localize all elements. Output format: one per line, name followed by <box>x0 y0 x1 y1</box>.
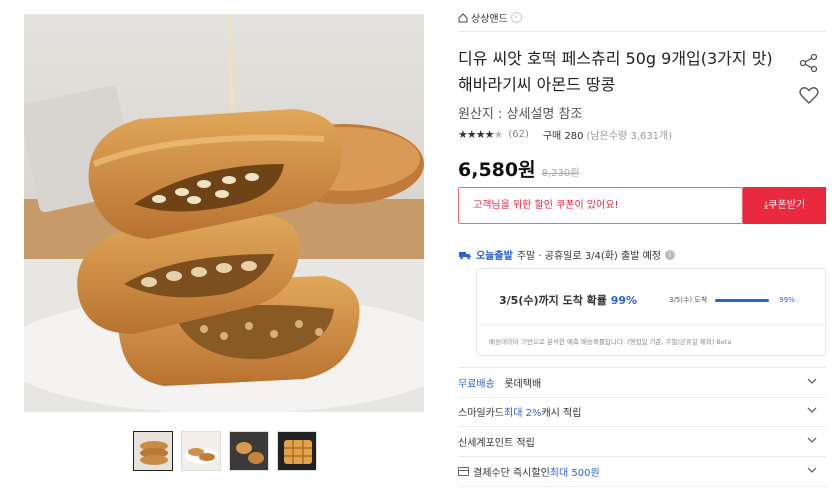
share-icon[interactable] <box>798 52 820 74</box>
mini-chart-pct: 99% <box>779 296 795 304</box>
sale-price: 6,580원 <box>458 159 536 181</box>
purchase-count: 구매 280 <box>542 131 584 142</box>
chevron-down-icon <box>807 407 817 413</box>
thumbnail-strip <box>133 431 317 471</box>
arrival-probability: 3/5(수)까지 도착 확률 99% <box>499 294 638 307</box>
rating-stars[interactable]: ★★★★★ <box>458 128 503 141</box>
payment-max: 최대 500원 <box>549 467 600 479</box>
smilecard-max: 최대 2% <box>504 407 542 419</box>
coupon-download-button[interactable]: ⤓쿠폰받기 <box>743 187 826 224</box>
delivery-option-row[interactable]: 무료배송 롯데택배 <box>458 372 826 392</box>
chevron-down-icon <box>807 378 817 384</box>
product-title: 디유 씨앗 호떡 페스츄리 50g 9개입(3가지 맛) 해바라기씨 아몬드 땅… <box>458 49 773 94</box>
today-shipping-row: 오늘출발 주말 · 공휴일로 3/4(화) 출발 예정 i <box>458 247 675 262</box>
thumbnail-2[interactable] <box>181 431 221 471</box>
mini-chart-bar <box>715 298 770 302</box>
divider <box>458 456 826 457</box>
payment-discount-row[interactable]: 결제수단 즉시할인 최대 500원 <box>458 461 826 481</box>
truck-icon <box>459 251 471 259</box>
divider <box>458 486 826 487</box>
original-price: 8,230원 <box>541 168 580 179</box>
heart-icon[interactable] <box>798 84 820 106</box>
mini-chart-label: 3/5(수) 도착 <box>669 296 708 304</box>
price-row: 6,580원 8,230원 <box>458 155 579 182</box>
today-shipping-label: 오늘출발 <box>476 251 513 262</box>
pastry-stack-thumbnail-icon <box>134 432 172 470</box>
delivery-probability-card: 3/5(수)까지 도착 확률 99% 3/5(수) 도착 99% 배송데이터 기… <box>476 268 827 356</box>
thumbnail-3[interactable] <box>229 431 269 471</box>
stock-remaining: (남은수량 3,631개) <box>586 131 673 142</box>
thumbnail-4[interactable] <box>277 431 317 471</box>
carrier-name: 롯데택배 <box>504 378 542 390</box>
points-row[interactable]: 신세계포인트 적립 <box>458 431 826 451</box>
thumbnail-1[interactable] <box>133 431 173 471</box>
review-count[interactable]: (62) <box>508 129 529 140</box>
pastry-photo <box>24 14 424 412</box>
origin-info: 원산지 : 상세설명 참조 <box>458 107 583 122</box>
pastry-plate-thumbnail-icon <box>182 432 220 470</box>
chevron-down-icon <box>807 437 817 443</box>
main-product-image <box>24 14 424 412</box>
brand-link[interactable]: 상상앤드 › <box>458 10 522 25</box>
divider <box>458 397 826 398</box>
points-label: 신세계포인트 적립 <box>458 437 535 449</box>
divider <box>458 31 826 32</box>
coupon-banner[interactable]: 고객님을 위한 할인 쿠폰이 있어요! <box>458 187 743 224</box>
card-icon <box>458 466 469 476</box>
info-icon[interactable]: i <box>664 249 675 260</box>
today-shipping-text: 주말 · 공휴일로 3/4(화) 출발 예정 <box>516 251 661 262</box>
smilecard-row[interactable]: 스마일카드 최대 2% 캐시 적립 <box>458 401 826 421</box>
free-shipping-label: 무료배송 <box>458 378 495 390</box>
divider <box>477 324 827 325</box>
brand-name: 상상앤드 <box>471 14 508 25</box>
rating-row: ★★★★★ (62) 구매 280 (남은수량 3,631개) <box>458 127 672 142</box>
waffle-pan-thumbnail-icon <box>278 432 316 470</box>
arrival-mini-chart: 3/5(수) 도착 99% <box>669 295 795 305</box>
divider <box>458 367 826 368</box>
divider <box>458 426 826 427</box>
chevron-down-icon <box>807 467 817 473</box>
prediction-note: 배송데이터 기반으로 분석한 예측 배송확률입니다. (영업일 기준, 주말/공… <box>489 338 732 346</box>
pastry-pan-thumbnail-icon <box>230 432 268 470</box>
chevron-right-icon: › <box>510 12 522 23</box>
product-info-panel: 상상앤드 › 디유 씨앗 호떡 페스츄리 50g 9개입(3가지 맛) 해바라기… <box>458 0 827 495</box>
home-icon <box>458 12 468 22</box>
